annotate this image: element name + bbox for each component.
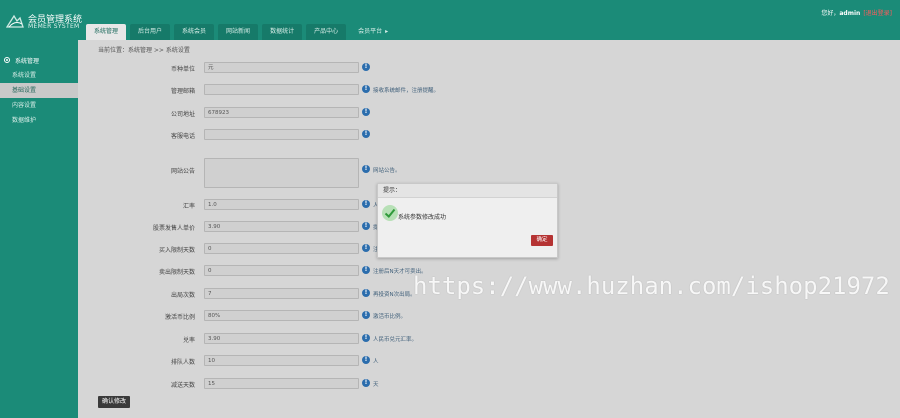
sidebar-item-basic-settings[interactable]: 基础设置 — [0, 83, 78, 98]
nav-tab-statistics[interactable]: 数据统计 — [262, 24, 303, 40]
field-label: 激活币比例 — [164, 314, 195, 321]
info-icon: ! — [362, 165, 370, 173]
sell-limit-days-input[interactable]: 0 — [204, 265, 359, 276]
nav-tab-system[interactable]: 系统管理 — [86, 24, 127, 40]
activation-ratio-input[interactable]: 80% — [204, 310, 359, 321]
company-address-input[interactable]: 678923 — [204, 107, 359, 118]
form-row: 减送天数 15 ! 天 — [90, 377, 900, 391]
confirm-modify-button[interactable]: 确认修改 — [98, 396, 131, 408]
nav-tab-products[interactable]: 产品中心 — [306, 24, 347, 40]
main-nav: 系统管理 后台用户 系统会员 网站新闻 数据统计 产品中心 会员平台 ▸ — [86, 22, 396, 40]
exchange-rate-input[interactable]: 1.0 — [204, 199, 359, 210]
sidebar-item-data-maintenance[interactable]: 数据维护 — [0, 113, 78, 128]
field-label: 管理邮箱 — [170, 88, 195, 95]
form-row: 激活币比例 80% ! 激活币比例。 — [90, 309, 900, 323]
field-label: 网站公告 — [170, 168, 195, 175]
nav-tab-members[interactable]: 系统会员 — [174, 24, 215, 40]
admin-email-input[interactable] — [204, 84, 359, 95]
form-row: 客服电话 ! — [90, 128, 900, 142]
field-label: 股票发售人单价 — [152, 225, 195, 232]
sidebar: 系统管理 系统设置 基础设置 内容设置 数据维护 — [0, 40, 78, 418]
logout-link[interactable]: [退出登录] — [863, 10, 892, 17]
sidebar-heading[interactable]: 系统管理 — [0, 52, 78, 68]
info-icon: ! — [362, 222, 370, 230]
user-info: 您好，admin [退出登录] — [821, 8, 892, 17]
form-row: 排队人数 10 ! 人 — [90, 354, 900, 368]
site-notice-textarea[interactable] — [204, 158, 359, 188]
nav-tab-admin-users[interactable]: 后台用户 — [130, 24, 171, 40]
field-label: 卖出限制天数 — [158, 269, 195, 276]
field-label: 汇率 — [182, 203, 195, 210]
form-row: 币种单位 元 ! — [90, 61, 900, 75]
sidebar-heading-label: 系统管理 — [15, 57, 40, 65]
greeting-text: 您好， — [821, 10, 840, 17]
service-phone-input[interactable] — [204, 129, 359, 140]
info-icon: ! — [362, 244, 370, 252]
check-circle-icon — [382, 205, 398, 221]
field-label: 买入限制天数 — [158, 247, 195, 254]
info-icon: ! — [362, 85, 370, 93]
form-row: 管理邮箱 ! 接收系统邮件，注册提醒。 — [90, 83, 900, 97]
field-hint: 天 — [373, 382, 379, 388]
info-icon: ! — [362, 108, 370, 116]
field-hint: 人民币兑元汇率。 — [373, 337, 418, 343]
buy-limit-days-input[interactable]: 0 — [204, 243, 359, 254]
form-row: 公司地址 678923 ! — [90, 106, 900, 120]
nav-tab-member-platform-label: 会员平台 — [358, 28, 383, 35]
queue-count-input[interactable]: 10 — [204, 355, 359, 366]
field-hint: 接收系统邮件，注册提醒。 — [373, 88, 440, 94]
nav-tab-news[interactable]: 网站新闻 — [218, 24, 259, 40]
field-label: 排队人数 — [170, 359, 195, 366]
breadcrumb: 当前位置：系统管理 >> 系统设置 — [98, 47, 190, 54]
logo-mark-icon — [6, 14, 24, 28]
info-icon: ! — [362, 63, 370, 71]
info-icon: ! — [362, 379, 370, 387]
form-row: 兑率 3.90 ! 人民币兑元汇率。 — [90, 332, 900, 346]
top-header: 会员管理系统 MEMER SYSTEM 系统管理 后台用户 系统会员 网站新闻 … — [0, 0, 900, 40]
field-hint: 激活币比例。 — [373, 314, 407, 320]
field-hint: 再投资N次出局。 — [373, 292, 416, 298]
sidebar-item-content-settings[interactable]: 内容设置 — [0, 98, 78, 113]
field-label: 币种单位 — [170, 66, 195, 73]
field-hint: 网站公告。 — [373, 168, 401, 174]
sidebar-item-system-settings[interactable]: 系统设置 — [0, 68, 78, 83]
info-icon: ! — [362, 200, 370, 208]
dialog-message: 系统参数修改成功 — [398, 214, 447, 221]
chevron-right-icon: ▸ — [385, 28, 389, 35]
circle-dot-icon — [4, 57, 10, 63]
currency-unit-input[interactable]: 元 — [204, 62, 359, 73]
username: admin — [839, 10, 861, 17]
field-hint: 人 — [373, 359, 379, 365]
info-icon: ! — [362, 311, 370, 319]
watermark: https://www.huzhan.com/ishop21972 — [413, 272, 890, 300]
nav-tab-member-platform[interactable]: 会员平台 ▸ — [350, 24, 396, 40]
info-icon: ! — [362, 266, 370, 274]
alert-dialog: 提示： 系统参数修改成功 确定 — [377, 183, 558, 258]
info-icon: ! — [362, 289, 370, 297]
stock-unit-price-input[interactable]: 3.90 — [204, 221, 359, 232]
field-label: 出局次数 — [170, 292, 195, 299]
gift-days-input[interactable]: 15 — [204, 378, 359, 389]
ok-button[interactable]: 确定 — [531, 235, 553, 246]
field-label: 兑率 — [182, 337, 195, 344]
dialog-title: 提示： — [378, 184, 557, 198]
conversion-rate-input[interactable]: 3.90 — [204, 333, 359, 344]
exit-count-input[interactable]: 7 — [204, 288, 359, 299]
field-label: 客服电话 — [170, 133, 195, 140]
field-label: 减送天数 — [170, 382, 195, 389]
info-icon: ! — [362, 130, 370, 138]
logo-subtitle: MEMER SYSTEM — [28, 23, 80, 30]
field-label: 公司地址 — [170, 111, 195, 118]
info-icon: ! — [362, 356, 370, 364]
app-logo: 会员管理系统 MEMER SYSTEM — [6, 10, 86, 34]
info-icon: ! — [362, 334, 370, 342]
